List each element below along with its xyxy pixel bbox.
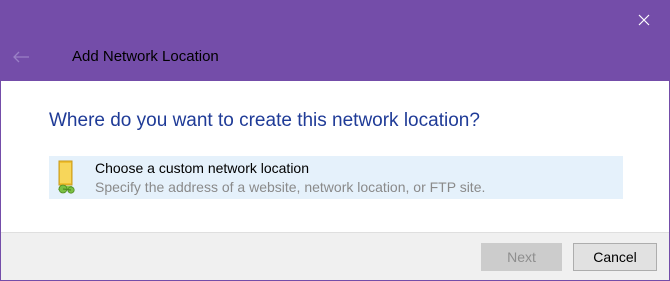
back-arrow-icon (13, 51, 29, 63)
option-description: Specify the address of a website, networ… (95, 179, 486, 195)
add-network-location-dialog: Add Network Location Where do you want t… (0, 0, 670, 281)
option-title: Choose a custom network location (95, 160, 309, 176)
title-bar: Add Network Location (1, 1, 669, 81)
next-button[interactable]: Next (481, 243, 562, 271)
cancel-button[interactable]: Cancel (573, 243, 657, 271)
button-bar: Next Cancel (1, 232, 669, 280)
page-heading: Where do you want to create this network… (49, 110, 480, 131)
option-custom-network-location[interactable]: Choose a custom network location Specify… (49, 156, 623, 199)
close-icon (638, 14, 650, 26)
folder-network-icon (58, 160, 75, 194)
window-title: Add Network Location (72, 48, 219, 65)
back-button[interactable] (9, 47, 33, 67)
close-button[interactable] (631, 7, 657, 33)
